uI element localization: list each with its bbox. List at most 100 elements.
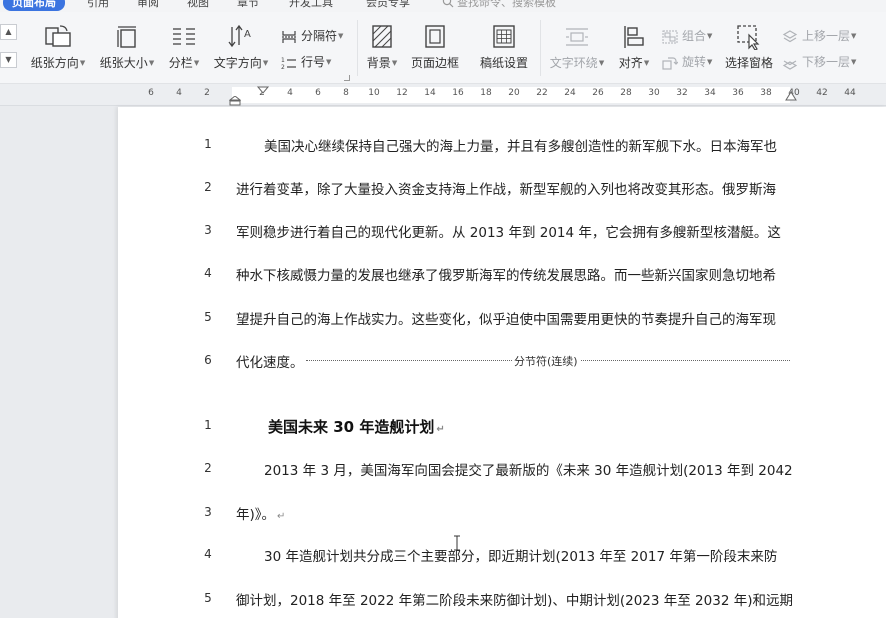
ribbon-toolbar: ▲ ▼ 纸张方向▼ 纸张大小▼ 分栏▼ A 文字方向▼ 分隔符▼ 1 2 行号▼ 背… [0,12,886,84]
bring-forward-button[interactable]: 上移一层▼ [782,27,856,45]
section-break-label: 分节符(连续) [512,353,580,369]
tab-developer[interactable]: 开发工具 [289,0,333,11]
ruler-tick: 2 [204,88,210,98]
search-icon [442,0,454,8]
divider [357,20,358,76]
ruler-tick: 6 [315,88,321,98]
text-line: 5 望提升自己的海上作战实力。这些变化，似乎迫使中国需要用更快的节奏提升自己的海… [118,308,886,328]
horizontal-ruler[interactable]: 6 4 2 2 4 6 8 10 12 14 16 18 20 22 24 26… [0,84,886,106]
ribbon-tab-bar: 页面布局 引用 审阅 视图 章节 开发工具 会员专享 查找命令、搜索模板 [0,0,886,12]
manuscript-label: 稿纸设置 [479,56,528,70]
ruler-tick: 14 [424,88,436,98]
separator-button[interactable]: 分隔符▼ [281,27,343,45]
ruler-tick: 28 [620,88,632,98]
tab-review[interactable]: 审阅 [137,0,159,11]
paper-direction-icon [45,25,71,47]
ruler-tick: 22 [536,88,548,98]
first-line-indent-marker-icon[interactable] [257,86,269,94]
text-line: 6 代化速度。 分节符(连续) [118,351,886,371]
chevron-down-icon: ▼ [643,59,650,67]
tab-chapter[interactable]: 章节 [237,0,259,11]
document-viewport[interactable]: 1 美国决心继续保持自己强大的海上力量，并且有多艘创造性的新军舰下水。日本海军也… [0,107,886,618]
align-button[interactable]: 对齐▼ [614,24,654,70]
line-text: 进行着变革，除了大量投入资金支持海上作战，新型军舰的入列也将改变其形态。俄罗斯海 [236,182,776,198]
text-direction-label: 文字方向 [213,56,262,70]
line-text-wrap: 年)》。 ↵ [236,503,790,523]
text-line: 1 美国决心继续保持自己强大的海上力量，并且有多艘创造性的新军舰下水。日本海军也 [118,135,886,155]
manuscript-button[interactable]: 稿纸设置 [476,24,532,70]
ruler-tick: 4 [176,88,182,98]
ruler-tick: 38 [760,88,772,98]
ruler-tick: 6 [148,88,154,98]
ruler-tick: 34 [704,88,716,98]
chevron-down-icon: ▼ [707,32,713,40]
text-cursor-icon [454,535,460,551]
wps-writer-window: 页面布局 引用 审阅 视图 章节 开发工具 会员专享 查找命令、搜索模板 ▲ ▼… [0,0,886,618]
send-backward-button[interactable]: 下移一层▼ [782,53,856,71]
line-number-button[interactable]: 1 2 行号▼ [281,53,331,71]
line-text: 望提升自己的海上作战实力。这些变化，似乎迫使中国需要用更快的节奏提升自己的海军现 [236,312,776,328]
text-wrap-icon [566,28,588,46]
dialog-launcher-icon[interactable] [344,75,350,81]
line-text: 种水下核威慑力量的发展也继承了俄罗斯海军的传统发展思路。而一些新兴国家则急切地希 [236,268,776,284]
tab-view[interactable]: 视图 [187,0,209,11]
rotate-label: 旋转 [682,55,707,69]
columns-button[interactable]: 分栏▼ [166,24,202,70]
ruler-tick: 36 [732,88,744,98]
group-button[interactable]: 组合▼ [662,27,712,45]
line-number: 1 [204,137,212,151]
background-icon [372,25,392,48]
paragraph-mark: ↵ [436,424,445,435]
chevron-down-icon: ▼ [79,59,86,67]
svg-text:1: 1 [281,57,285,64]
command-search[interactable]: 查找命令、搜索模板 [442,0,556,11]
paper-direction-button[interactable]: 纸张方向▼ [28,24,88,70]
line-text: 30 年造舰计划共分成三个主要部分，即近期计划(2013 年至 2017 年第一… [264,549,778,565]
align-icon [624,26,644,48]
line-text: 御计划，2018 年至 2022 年第二阶段未来防御计划)、中期计划(2023 … [236,593,793,609]
paper-size-label: 纸张大小 [99,56,148,70]
line-text: 美国决心继续保持自己强大的海上力量，并且有多艘创造性的新军舰下水。日本海军也 [264,139,777,155]
heading: 美国未来 30 年造舰计划 ↵ [268,416,822,437]
ruler-tick: 24 [564,88,576,98]
chevron-down-icon: ▼ [707,58,713,66]
search-placeholder: 查找命令、搜索模板 [457,0,556,9]
svg-text:A: A [244,29,251,40]
left-indent-marker-icon[interactable] [229,96,241,106]
document-page[interactable]: 1 美国决心继续保持自己强大的海上力量，并且有多艘创造性的新军舰下水。日本海军也… [118,107,886,618]
tab-member[interactable]: 会员专享 [366,0,410,11]
paper-size-button[interactable]: 纸张大小▼ [96,24,158,70]
tab-page-layout[interactable]: 页面布局 [3,0,65,11]
text-wrap-button[interactable]: 文字环绕▼ [546,24,608,70]
right-indent-marker-icon[interactable] [785,91,797,101]
chevron-down-icon: ▼ [148,59,155,67]
page-border-button[interactable]: 页面边框 [408,24,462,70]
text-wrap-label: 文字环绕 [549,56,598,70]
ruler-tick: 32 [676,88,688,98]
text-direction-button[interactable]: A 文字方向▼ [210,24,272,70]
rotate-button[interactable]: 旋转▼ [662,53,712,71]
group-icon [662,30,678,44]
ruler-tick: 16 [452,88,464,98]
ruler-tick: 12 [396,88,408,98]
chevron-down-icon: ▼ [598,59,605,67]
spin-down-button[interactable]: ▼ [0,52,17,68]
align-label: 对齐 [618,56,643,70]
line-number: 2 [204,180,212,194]
line-text: 2013 年 3 月，美国海军向国会提交了最新版的《未来 30 年造舰计划(20… [264,463,793,479]
background-button[interactable]: 背景▼ [362,24,402,70]
bring-forward-icon [782,30,798,43]
ruler-tick: 30 [648,88,660,98]
selection-pane-button[interactable]: 选择窗格 [722,24,776,70]
spin-up-button[interactable]: ▲ [0,24,17,40]
selection-pane-label: 选择窗格 [724,56,773,70]
text-line: 1 美国未来 30 年造舰计划 ↵ [118,416,886,436]
tab-references[interactable]: 引用 [87,0,109,11]
separator-label: 分隔符 [301,29,338,43]
text-line: 3 军则稳步进行着自己的现代化更新。从 2013 年到 2014 年，它会拥有多… [118,221,886,241]
section-break-marker: 分节符(连续) [306,353,790,369]
chevron-down-icon: ▼ [326,58,332,66]
line-number: 4 [204,266,212,280]
ruler-tick: 42 [816,88,828,98]
divider [540,20,541,76]
